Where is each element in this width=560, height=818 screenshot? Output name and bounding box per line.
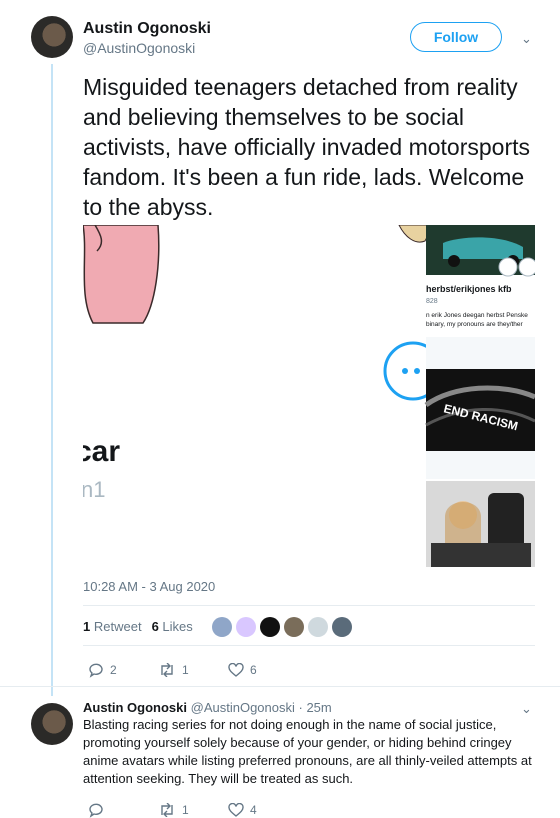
media-right-bio-2: binary, my pronouns are they/ther <box>426 321 524 328</box>
likes-label: Likes <box>162 619 193 634</box>
media-left-sub: n1 <box>83 477 105 502</box>
media-left-word: car <box>83 435 120 468</box>
retweets-stat[interactable]: 1 Retweet <box>83 619 142 634</box>
author-handle[interactable]: @AustinOgonoski <box>83 40 195 56</box>
chevron-down-icon[interactable]: ⌄ <box>521 31 532 47</box>
divider <box>83 645 535 646</box>
like-button[interactable]: 4 <box>228 802 298 818</box>
retweet-count: 1 <box>182 803 189 817</box>
retweet-button[interactable]: 1 <box>158 802 228 818</box>
liker-avatar[interactable] <box>260 617 280 637</box>
like-icon <box>228 803 244 817</box>
engagement-stats: 1 Retweet 6 Likes <box>83 619 193 634</box>
reply-author-handle[interactable]: @AustinOgonoski <box>191 700 295 715</box>
retweet-count: 1 <box>182 663 189 677</box>
avatar[interactable] <box>31 16 73 58</box>
liker-avatar[interactable] <box>212 617 232 637</box>
media-right-header: herbst/erikjones kfb <box>426 284 512 294</box>
chevron-down-icon[interactable]: ⌄ <box>521 701 532 717</box>
reply-count: 2 <box>110 663 117 677</box>
media-right-count: 828 <box>426 298 438 305</box>
divider <box>0 686 560 687</box>
retweets-label: Retweet <box>93 619 142 634</box>
tweet-timestamp[interactable]: 10:28 AM - 3 Aug 2020 <box>83 579 215 594</box>
reply-header: Austin Ogonoski @AustinOgonoski · 25m <box>83 700 332 715</box>
reply-icon <box>89 663 103 678</box>
tweet-text: Misguided teenagers detached from realit… <box>83 74 530 220</box>
thread-line <box>51 64 53 696</box>
retweets-count: 1 <box>83 619 91 634</box>
reply-button[interactable] <box>88 802 158 818</box>
like-count: 6 <box>250 663 257 677</box>
like-button[interactable]: 6 <box>228 662 298 678</box>
like-icon <box>228 663 244 677</box>
tweet-actions: 2 1 6 <box>88 662 298 678</box>
divider <box>83 605 535 606</box>
retweet-button[interactable]: 1 <box>158 662 228 678</box>
liker-avatar[interactable] <box>236 617 256 637</box>
reply-text: Blasting racing series for not doing eno… <box>83 717 532 786</box>
retweet-icon <box>161 663 173 677</box>
reply-time[interactable]: · 25m <box>299 700 332 715</box>
follow-button[interactable]: Follow <box>410 22 502 52</box>
like-count: 4 <box>250 803 257 817</box>
reply-author-name[interactable]: Austin Ogonoski <box>83 700 187 715</box>
reply-actions: 1 4 <box>88 802 298 818</box>
tweet-media[interactable]: car n1 herbst/erikjones kfb 828 n erik J… <box>83 225 535 567</box>
liker-avatar[interactable] <box>284 617 304 637</box>
reply-icon <box>89 803 103 818</box>
media-right-bio-1: n erik Jones deegan herbst Penske <box>426 312 528 319</box>
likers-avatars <box>212 617 352 637</box>
author-name[interactable]: Austin Ogonoski <box>83 20 211 38</box>
likes-stat[interactable]: 6 Likes <box>152 619 193 634</box>
retweet-icon <box>161 803 173 817</box>
reply-button[interactable]: 2 <box>88 662 158 678</box>
likes-count: 6 <box>151 619 159 634</box>
reply-avatar[interactable] <box>31 703 73 745</box>
liker-avatar[interactable] <box>332 617 352 637</box>
liker-avatar[interactable] <box>308 617 328 637</box>
media-collage: car n1 herbst/erikjones kfb 828 n erik J… <box>83 225 535 567</box>
